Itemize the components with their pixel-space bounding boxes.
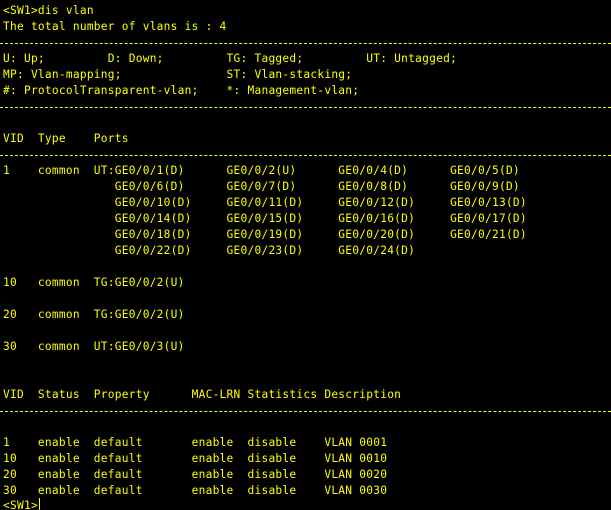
status-table-header: VID Status Property MAC-LRN Statistics D… — [3, 388, 402, 401]
prompt-text: <SW1> — [3, 499, 38, 510]
ports-row: GE0/0/22(D) GE0/0/23(D) GE0/0/24(D) — [3, 244, 416, 257]
prompt-line[interactable]: <SW1> — [3, 498, 40, 510]
ports-row: 1 common UT:GE0/0/1(D) GE0/0/2(U) GE0/0/… — [3, 164, 520, 177]
legend-line-3: #: ProtocolTransparent-vlan; *: Manageme… — [3, 84, 360, 97]
command-line: <SW1>dis vlan — [3, 4, 94, 17]
status-row: 30 enable default enable disable VLAN 00… — [3, 484, 388, 497]
separator-4 — [0, 411, 611, 412]
total-vlans-line: The total number of vlans is : 4 — [3, 20, 227, 33]
status-row: 20 enable default enable disable VLAN 00… — [3, 468, 388, 481]
text-cursor — [38, 498, 40, 510]
legend-line-1: U: Up; D: Down; TG: Tagged; UT: Untagged… — [3, 52, 458, 65]
legend-line-2: MP: Vlan-mapping; ST: Vlan-stacking; — [3, 68, 353, 81]
ports-row: GE0/0/6(D) GE0/0/7(D) GE0/0/8(D) GE0/0/9… — [3, 180, 520, 193]
separator-3 — [0, 155, 611, 156]
status-row: 10 enable default enable disable VLAN 00… — [3, 452, 388, 465]
ports-row: GE0/0/14(D) GE0/0/15(D) GE0/0/16(D) GE0/… — [3, 212, 527, 225]
ports-row: GE0/0/10(D) GE0/0/11(D) GE0/0/12(D) GE0/… — [3, 196, 527, 209]
ports-row: 10 common TG:GE0/0/2(U) — [3, 276, 185, 289]
separator-1 — [0, 43, 611, 44]
status-row: 1 enable default enable disable VLAN 000… — [3, 436, 388, 449]
ports-row: GE0/0/18(D) GE0/0/19(D) GE0/0/20(D) GE0/… — [3, 228, 527, 241]
ports-table-header: VID Type Ports — [3, 132, 129, 145]
terminal-window[interactable]: <SW1>dis vlan The total number of vlans … — [0, 0, 611, 510]
ports-row: 30 common UT:GE0/0/3(U) — [3, 340, 185, 353]
ports-row: 20 common TG:GE0/0/2(U) — [3, 308, 185, 321]
separator-2 — [0, 107, 611, 108]
